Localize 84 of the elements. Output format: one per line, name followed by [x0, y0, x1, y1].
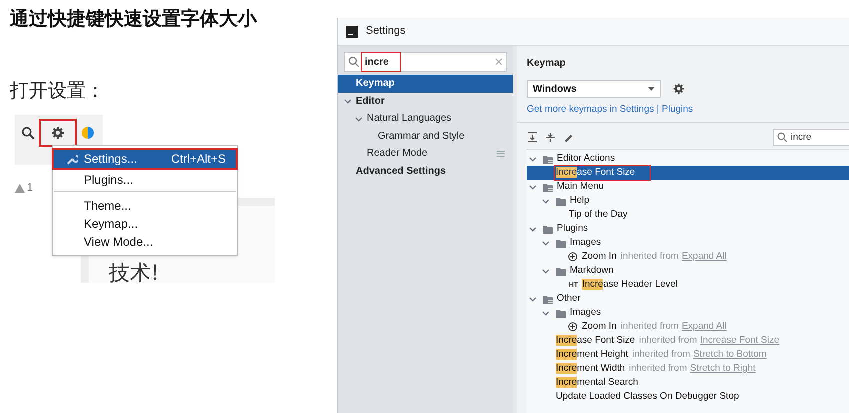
logo-icon — [81, 126, 95, 140]
menu-item[interactable]: Theme... — [54, 197, 236, 215]
sidebar-item[interactable]: Reader Mode — [338, 145, 513, 162]
document-text: 技术! — [109, 260, 160, 283]
tree-item[interactable]: Main Menu — [557, 180, 604, 194]
search-icon — [21, 126, 35, 140]
keymap-dropdown[interactable]: Windows — [527, 80, 661, 98]
sidebar-item[interactable]: Editor — [338, 92, 513, 110]
warning-icon — [15, 184, 25, 193]
folder-icon — [555, 266, 567, 277]
app-icon — [346, 26, 358, 38]
folder-icon — [542, 294, 554, 305]
chevron-icon — [344, 97, 352, 106]
menu-item-label: View Mode... — [84, 234, 154, 251]
inherited-text: inherited from — [632, 348, 690, 362]
chevron-icon — [355, 114, 363, 123]
tree-item[interactable]: Images — [570, 306, 602, 320]
filter-field[interactable]: incre — [773, 129, 849, 146]
sidebar-item[interactable]: Keymap — [338, 75, 513, 92]
tree-item[interactable]: Zoom In — [581, 320, 618, 334]
search-icon — [777, 132, 788, 144]
step-text: 打开设置： — [10, 80, 105, 104]
window-title: Settings — [366, 24, 406, 40]
pencil-icon — [563, 132, 574, 144]
menu-item-label: Keymap... — [84, 216, 140, 233]
sidebar-item[interactable]: Natural Languages — [338, 110, 513, 128]
tree-item[interactable]: Markdown — [570, 264, 614, 278]
search-value: incre — [362, 53, 400, 71]
warning-count: 1 — [27, 181, 34, 196]
inherited-text: inherited from — [639, 334, 698, 348]
tree-item[interactable]: Tip of the Day — [568, 208, 629, 222]
tree-item[interactable]: Incremental Search — [555, 376, 640, 390]
settings-button[interactable] — [41, 121, 75, 145]
sidebar-item[interactable]: Grammar and Style — [338, 128, 513, 145]
folder-icon — [555, 308, 567, 319]
plugins-link[interactable]: Get more keymaps in Settings | Plugins — [527, 103, 694, 118]
sidebar-item-label: Reader Mode — [367, 147, 429, 162]
expand-all-icon — [527, 132, 538, 144]
inherited-text: inherited from — [620, 250, 679, 264]
menu-item-label: Plugins... — [84, 172, 134, 188]
sidebar-item-label: Grammar and Style — [378, 130, 466, 144]
collapse-all-icon — [545, 132, 556, 144]
clear-icon — [495, 58, 503, 66]
menu-item[interactable]: Settings... Ctrl+Alt+S — [54, 150, 236, 168]
tree-item[interactable]: Images — [570, 236, 602, 250]
heading: 通过快捷键快速设置字体大小 — [10, 8, 257, 32]
dropdown-value: Windows — [533, 82, 577, 96]
menu-item[interactable]: Plugins... — [54, 168, 236, 192]
filter-value: incre — [791, 130, 812, 145]
inherited-text: inherited from — [620, 320, 679, 334]
tree-item[interactable]: Update Loaded Classes On Debugger Stop — [555, 390, 740, 404]
tree-item[interactable]: Other — [557, 292, 581, 306]
sidebar-item-label: Advanced Settings — [356, 164, 448, 179]
folder-icon — [542, 182, 554, 193]
settings-icon — [51, 126, 65, 140]
tree-item[interactable]: Increment Height — [555, 348, 630, 362]
shortcut-text: Ctrl+Alt+S — [171, 151, 226, 168]
search-field[interactable]: incre — [344, 52, 507, 72]
tree-item[interactable]: Help — [570, 194, 590, 208]
tree-item[interactable]: Increment Width — [555, 362, 626, 376]
sidebar-item[interactable]: Advanced Settings — [338, 162, 513, 180]
folder-icon — [555, 238, 567, 249]
sidebar-item-label: Editor — [356, 94, 386, 109]
zoom-in-icon — [568, 252, 578, 262]
folder-icon — [542, 224, 554, 235]
zoom-in-icon — [568, 322, 578, 332]
caret-icon — [648, 87, 655, 91]
search-icon — [348, 56, 360, 68]
menu-item-label: Settings... — [84, 151, 138, 168]
tree-item[interactable]: Plugins — [557, 222, 588, 236]
sidebar-item-label: Keymap — [356, 77, 396, 92]
menu-item[interactable]: View Mode... — [54, 233, 236, 251]
sidebar-item-label: Natural Languages — [367, 112, 453, 126]
inherited-text: inherited from — [629, 362, 688, 376]
tree-item[interactable]: Increase Font Size — [555, 334, 636, 348]
list-icon — [497, 150, 505, 157]
menu-item-label: Theme... — [84, 198, 132, 215]
tree-item[interactable]: Editor Actions — [557, 152, 616, 166]
settings-icon — [673, 83, 685, 95]
section-heading: Keymap — [527, 57, 567, 70]
folder-icon — [542, 154, 554, 165]
menu-item[interactable]: Keymap... — [54, 215, 236, 233]
folder-icon — [555, 196, 567, 207]
tree-item[interactable]: Zoom In — [581, 250, 618, 264]
